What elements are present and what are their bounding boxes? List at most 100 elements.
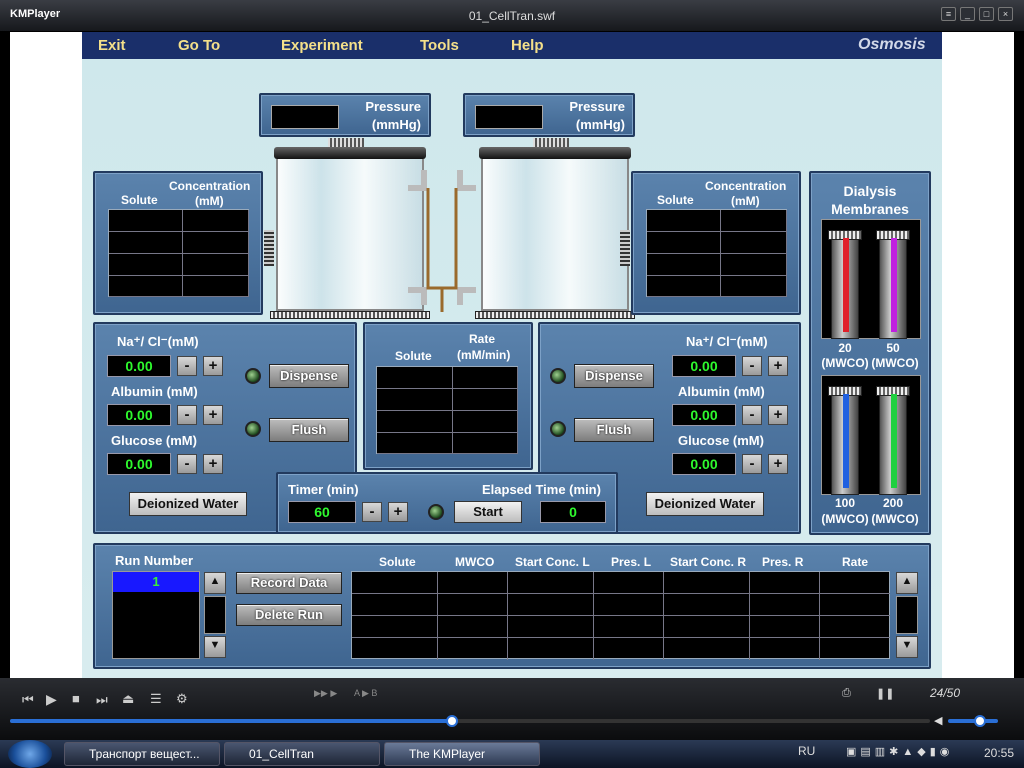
menu-experiment[interactable]: Experiment	[281, 37, 363, 54]
pressure-panel-right: Pressure (mmHg)	[463, 93, 635, 137]
frame-step-icon[interactable]: ▶▶ ▶	[314, 688, 337, 699]
maximize-button[interactable]: □	[979, 7, 994, 21]
dispense-button-right[interactable]: Dispense	[574, 364, 654, 388]
membrane-size: 200	[882, 496, 904, 510]
membrane-tube-100[interactable]	[828, 386, 862, 495]
start-button[interactable]: Start	[454, 501, 522, 523]
run-scroll-down-icon[interactable]: ▼	[204, 636, 226, 658]
run-data-grid	[351, 571, 890, 660]
membrane-tube-50[interactable]	[876, 230, 910, 339]
timer-value: 60	[288, 501, 356, 523]
stop-icon[interactable]: ■	[72, 691, 80, 706]
playlist-icon[interactable]: ☰	[150, 691, 162, 707]
conc-unit: (mM)	[195, 194, 224, 208]
capture-icon[interactable]: ⎙	[842, 687, 851, 700]
timer-minus[interactable]: -	[362, 502, 382, 522]
run-data-panel: Run Number 1 ▲ ▼ Record Data Delete Run …	[93, 543, 931, 669]
task-celltran[interactable]: 01_CellTran	[224, 742, 380, 766]
albumin-minus-right[interactable]: -	[742, 405, 762, 425]
glucose-plus-left[interactable]: +	[203, 454, 223, 474]
run-scroll-track[interactable]	[204, 596, 226, 634]
membranes-title: Dialysis	[843, 183, 897, 199]
beaker-lid-right	[479, 147, 631, 159]
pressure-display-right	[475, 105, 543, 129]
beaker-handle-left	[264, 230, 274, 266]
dispense-button-left[interactable]: Dispense	[269, 364, 349, 388]
beaker-lid-left	[274, 147, 426, 159]
flush-button-right[interactable]: Flush	[574, 418, 654, 442]
volume-handle[interactable]	[974, 715, 986, 727]
run-number-selected[interactable]: 1	[113, 572, 199, 592]
record-data-button[interactable]: Record Data	[236, 572, 342, 594]
col-rate: Rate	[842, 555, 869, 569]
settings-icon[interactable]: ⚙	[176, 691, 188, 707]
col-start-conc-r: Start Conc. R	[670, 555, 747, 569]
pause-icon[interactable]: ❚❚	[876, 687, 894, 700]
nacl-plus-left[interactable]: +	[203, 356, 223, 376]
membrane-core-100	[843, 394, 849, 488]
close-button[interactable]: ×	[998, 7, 1013, 21]
albumin-value-left: 0.00	[107, 404, 171, 426]
albumin-minus-left[interactable]: -	[177, 405, 197, 425]
nacl-minus-right[interactable]: -	[742, 356, 762, 376]
prev-icon[interactable]: ⏮	[22, 692, 34, 708]
glucose-value-right: 0.00	[672, 453, 736, 475]
glucose-plus-right[interactable]: +	[768, 454, 788, 474]
seek-handle[interactable]	[446, 715, 458, 727]
data-scroll-down-icon[interactable]: ▼	[896, 636, 918, 658]
menu-help[interactable]: Help	[511, 37, 544, 54]
membrane-tube-20[interactable]	[828, 230, 862, 339]
flush-led-left	[245, 421, 261, 437]
start-orb-icon[interactable]	[8, 740, 52, 768]
glucose-label: Glucose (mM)	[111, 433, 197, 448]
conc-header: Concentration	[169, 179, 251, 193]
deionized-water-button-right[interactable]: Deionized Water	[646, 492, 764, 516]
seek-bar[interactable]	[10, 719, 930, 723]
col-mwco: MWCO	[455, 555, 495, 569]
beaker-valve-left	[328, 138, 364, 147]
window-titlebar[interactable]: KMPlayer 01_CellTran.swf ≡ _ □ ×	[0, 0, 1024, 32]
menu-icon[interactable]: ≡	[941, 7, 956, 21]
data-scroll-up-icon[interactable]: ▲	[896, 572, 918, 594]
concentration-grid-right	[646, 209, 787, 297]
volume-bar[interactable]	[948, 719, 998, 723]
next-icon[interactable]: ⏭	[96, 692, 108, 708]
play-icon[interactable]: ▶	[46, 691, 57, 708]
player-controls: ⏮ ▶ ■ ⏭ ⏏ ☰ ⚙ ▶▶ ▶ A ▶ B ⎙ ❚❚ 24/50 ◀	[0, 678, 1024, 740]
beaker-right	[481, 159, 629, 311]
albumin-plus-left[interactable]: +	[203, 405, 223, 425]
glucose-minus-right[interactable]: -	[742, 454, 762, 474]
rate-unit: (mM/min)	[457, 348, 511, 362]
task-kmplayer[interactable]: The KMPlayer	[384, 742, 540, 766]
language-indicator[interactable]: RU	[798, 744, 815, 758]
membrane-tube-200[interactable]	[876, 386, 910, 495]
col-start-conc-l: Start Conc. L	[515, 555, 590, 569]
membrane-core-50	[891, 238, 897, 332]
data-scroll-track[interactable]	[896, 596, 918, 634]
membrane-core-200	[891, 394, 897, 488]
run-number-list[interactable]: 1	[112, 571, 200, 659]
menu-exit[interactable]: Exit	[98, 37, 126, 54]
glucose-minus-left[interactable]: -	[177, 454, 197, 474]
albumin-plus-right[interactable]: +	[768, 405, 788, 425]
menu-tools[interactable]: Tools	[420, 37, 459, 54]
membrane-size: 20	[838, 341, 852, 355]
deionized-water-button-left[interactable]: Deionized Water	[129, 492, 247, 516]
tray-icons[interactable]: ▣▤▥✱▲◆▮◉	[846, 745, 953, 758]
nacl-plus-right[interactable]: +	[768, 356, 788, 376]
timer-plus[interactable]: +	[388, 502, 408, 522]
timer-led	[428, 504, 444, 520]
dispense-led-right	[550, 368, 566, 384]
timer-label: Timer (min)	[288, 482, 359, 497]
menu-goto[interactable]: Go To	[178, 37, 220, 54]
run-scroll-up-icon[interactable]: ▲	[204, 572, 226, 594]
minimize-button[interactable]: _	[960, 7, 975, 21]
volume-icon[interactable]: ◀	[934, 714, 942, 727]
clock[interactable]: 20:55	[984, 746, 1014, 760]
ab-repeat[interactable]: A ▶ B	[354, 688, 377, 699]
eject-icon[interactable]: ⏏	[122, 691, 134, 707]
flush-button-left[interactable]: Flush	[269, 418, 349, 442]
nacl-minus-left[interactable]: -	[177, 356, 197, 376]
task-word[interactable]: Транспорт вещест...	[64, 742, 220, 766]
delete-run-button[interactable]: Delete Run	[236, 604, 342, 626]
